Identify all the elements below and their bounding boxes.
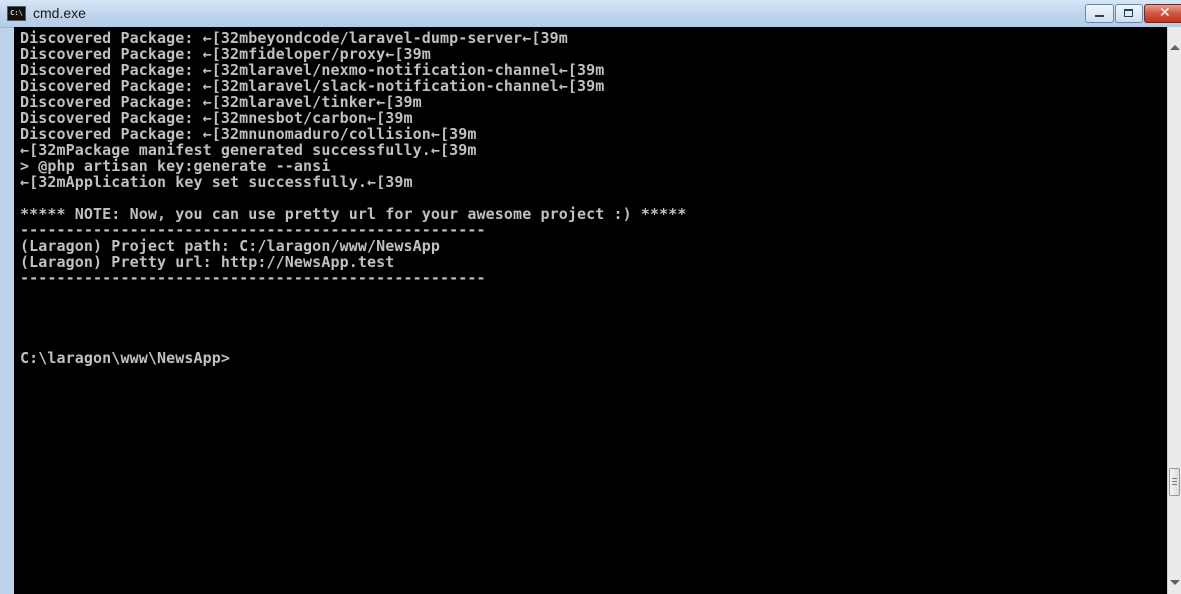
console-line: ←[32mPackage manifest generated successf…	[20, 141, 477, 159]
scrollbar-thumb[interactable]	[1169, 468, 1180, 496]
console-line: (Laragon) Pretty url: http://NewsApp.tes…	[20, 253, 395, 271]
console-line: ***** NOTE: Now, you can use pretty url …	[20, 205, 687, 223]
console-line: Discovered Package: ←[32mbeyondcode/lara…	[20, 29, 568, 47]
scroll-down-arrow-icon[interactable]	[1170, 580, 1180, 585]
console-prompt[interactable]: C:\laragon\www\NewsApp>	[20, 350, 687, 366]
window-title: cmd.exe	[33, 5, 86, 21]
maximize-icon	[1124, 9, 1133, 17]
scroll-up-arrow-icon[interactable]	[1170, 45, 1180, 50]
console-line: Discovered Package: ←[32mlaravel/nexmo-n…	[20, 61, 605, 79]
cmd-window: C:\ cmd.exe ✕ Discovered Package: ←[32mb…	[0, 0, 1181, 594]
console-output[interactable]: Discovered Package: ←[32mbeyondcode/lara…	[14, 27, 1167, 594]
grip-icon	[1172, 484, 1177, 485]
console-line: Discovered Package: ←[32mnunomaduro/coll…	[20, 125, 477, 143]
vertical-scrollbar[interactable]	[1167, 27, 1181, 594]
close-button[interactable]: ✕	[1144, 4, 1181, 23]
console-line: Discovered Package: ←[32mnesbot/carbon←[…	[20, 109, 413, 127]
minimize-icon	[1095, 15, 1104, 17]
close-icon: ✕	[1159, 5, 1171, 21]
minimize-button[interactable]	[1085, 4, 1114, 23]
console-line: Discovered Package: ←[32mlaravel/slack-n…	[20, 77, 605, 95]
title-bar[interactable]: C:\ cmd.exe ✕	[0, 0, 1181, 28]
console-line: ----------------------------------------…	[20, 269, 486, 287]
console-line: ----------------------------------------…	[20, 221, 486, 239]
maximize-button[interactable]	[1115, 4, 1143, 23]
console-lines: Discovered Package: ←[32mbeyondcode/lara…	[20, 30, 687, 366]
console-line: ←[32mApplication key set successfully.←[…	[20, 173, 413, 191]
cmd-icon[interactable]: C:\	[7, 6, 26, 21]
console-line: > @php artisan key:generate --ansi	[20, 157, 331, 175]
console-line: (Laragon) Project path: C:/laragon/www/N…	[20, 237, 441, 255]
console-line: Discovered Package: ←[32mfideloper/proxy…	[20, 45, 431, 63]
grip-icon	[1172, 481, 1177, 482]
console-line: Discovered Package: ←[32mlaravel/tinker←…	[20, 93, 422, 111]
grip-icon	[1172, 478, 1177, 479]
